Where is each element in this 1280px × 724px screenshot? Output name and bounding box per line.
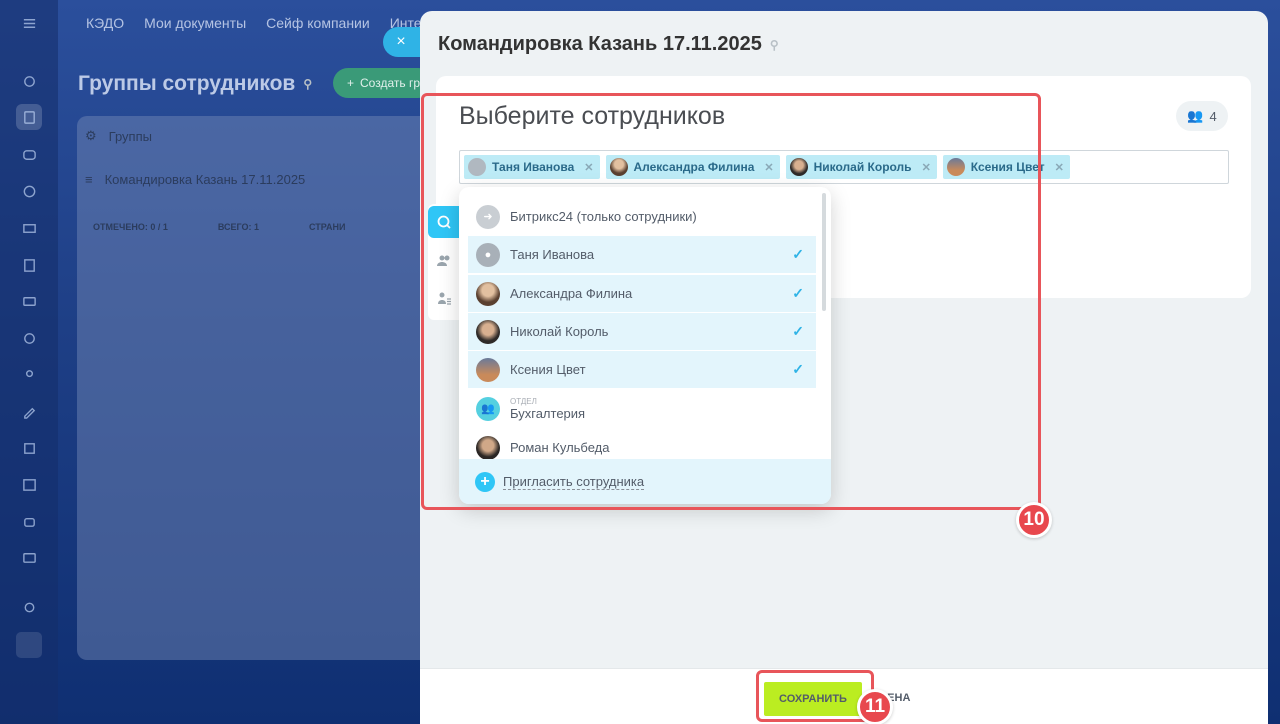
- step-badge: 10: [1016, 502, 1052, 538]
- avatar[interactable]: [16, 632, 42, 658]
- nav-item-company-safe[interactable]: Сейф компании: [266, 15, 370, 31]
- file-icon[interactable]: [16, 252, 42, 278]
- highlight-box: [421, 93, 1041, 510]
- nav-item-kedo[interactable]: КЭДО: [86, 15, 124, 31]
- users-icon: 👥: [1187, 108, 1204, 123]
- target-icon[interactable]: [16, 325, 42, 351]
- remove-icon[interactable]: ✕: [1055, 161, 1064, 174]
- mail-icon[interactable]: [16, 215, 42, 241]
- step-badge: 11: [857, 689, 893, 724]
- chat-icon[interactable]: [16, 142, 42, 168]
- sync-icon[interactable]: [16, 68, 42, 94]
- bitrix-icon[interactable]: [16, 178, 42, 204]
- top-nav: КЭДО Мои документы Сейф компании Интегр: [70, 0, 434, 46]
- page-title: Группы сотрудников ⚲: [78, 72, 313, 95]
- left-rail: [0, 0, 58, 724]
- checkbox-icon[interactable]: [16, 435, 42, 461]
- selected-count-badge[interactable]: 👥 4: [1176, 101, 1228, 131]
- create-group-button[interactable]: + Создать гр: [333, 68, 433, 98]
- nav-item-my-documents[interactable]: Мои документы: [144, 15, 246, 31]
- table-footer: ОТМЕЧЕНО: 0 / 1 ВСЕГО: 1 СТРАНИ: [93, 222, 346, 232]
- close-slider-button[interactable]: ×: [383, 27, 423, 57]
- drag-handle-icon[interactable]: ≡: [85, 172, 93, 187]
- calendar-icon[interactable]: [16, 471, 42, 497]
- users-icon[interactable]: [16, 362, 42, 388]
- card-icon[interactable]: [16, 288, 42, 314]
- table-row[interactable]: ≡ Командировка Казань 17.11.2025: [85, 172, 305, 187]
- pen-icon[interactable]: [16, 398, 42, 424]
- menu-icon[interactable]: [16, 10, 42, 36]
- wallet-icon[interactable]: [16, 544, 42, 570]
- plus-icon: +: [347, 76, 355, 90]
- robot-icon[interactable]: [16, 508, 42, 534]
- pin-icon[interactable]: ⚲: [770, 38, 779, 52]
- groups-header: ⚙ Группы: [85, 128, 152, 144]
- pin-icon[interactable]: ⚲: [303, 77, 312, 91]
- close-icon: ×: [396, 33, 406, 50]
- gear-icon[interactable]: ⚙: [85, 128, 97, 144]
- slider-title: Командировка Казань 17.11.2025 ⚲: [438, 33, 779, 55]
- settings-icon[interactable]: [16, 594, 42, 620]
- document-icon[interactable]: [16, 104, 42, 130]
- groups-panel: ⚙ Группы ≡ Командировка Казань 17.11.202…: [77, 116, 437, 660]
- highlight-box: [756, 670, 874, 722]
